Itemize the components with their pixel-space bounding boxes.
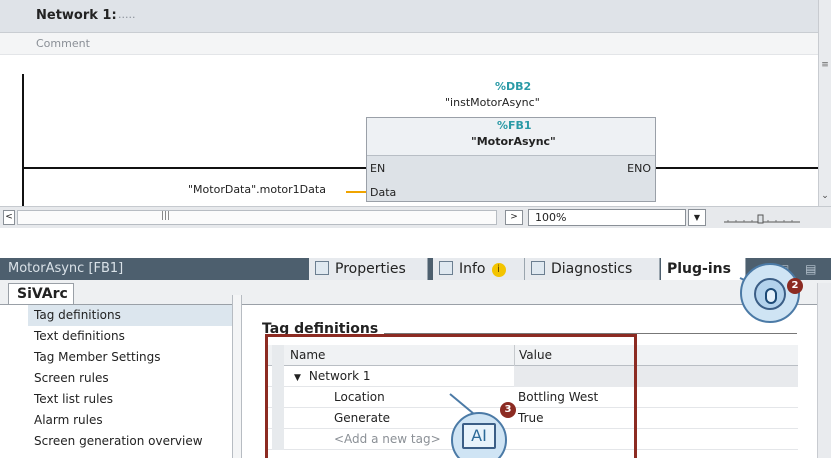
info-icon xyxy=(439,261,453,275)
splitter[interactable] xyxy=(232,295,242,458)
pin-en: EN xyxy=(370,162,386,175)
step-badge: 2 xyxy=(787,278,803,294)
power-rail xyxy=(22,74,24,206)
sivarc-nav: Tag definitions Text definitions Tag Mem… xyxy=(28,305,233,452)
function-block[interactable]: %FB1 "MotorAsync" EN ENO Data xyxy=(366,117,656,202)
network-title-placeholder[interactable]: ..... xyxy=(118,8,135,21)
tab-plugins[interactable]: Plug-ins xyxy=(661,258,746,280)
editor-vertical-scrollbar[interactable]: ≡ ⌄ xyxy=(818,0,831,206)
comment-text: Comment xyxy=(36,37,90,50)
properties-icon xyxy=(315,261,329,275)
inspector-vertical-scrollbar[interactable] xyxy=(817,283,831,458)
en-wire xyxy=(22,167,366,169)
ladder-editor: Network 1: ..... Comment %DB2 "instMotor… xyxy=(0,0,831,258)
tab-diagnostics-label: Diagnostics xyxy=(551,261,633,277)
tab-properties[interactable]: Properties xyxy=(309,258,428,280)
step-badge: 3 xyxy=(500,402,516,418)
callout-ring xyxy=(754,278,786,310)
nav-item-tag-member-settings[interactable]: Tag Member Settings xyxy=(28,347,233,368)
instance-db-address: %DB2 xyxy=(495,80,532,93)
text-input-icon: AI xyxy=(462,423,496,449)
nav-item-alarm-rules[interactable]: Alarm rules xyxy=(28,410,233,431)
nav-item-screen-rules[interactable]: Screen rules xyxy=(28,368,233,389)
eno-wire xyxy=(656,167,818,169)
tab-info[interactable]: Info i xyxy=(433,258,525,280)
tab-info-label: Info xyxy=(459,261,486,277)
network-title: Network 1: xyxy=(36,8,117,23)
tab-plugins-label: Plug-ins xyxy=(667,261,731,277)
tab-diagnostics[interactable]: Diagnostics xyxy=(525,258,660,280)
instance-db-name[interactable]: "instMotorAsync" xyxy=(445,96,540,109)
inspector-title: MotorAsync [FB1] xyxy=(8,261,124,276)
nav-item-text-definitions[interactable]: Text definitions xyxy=(28,326,233,347)
parameter-connector xyxy=(346,191,366,193)
zoom-slider[interactable] xyxy=(722,214,802,224)
scroll-grip-icon: ≡ xyxy=(821,60,829,70)
horizontal-scrollbar[interactable]: ||| xyxy=(17,210,497,225)
scroll-grip-icon: ||| xyxy=(161,211,171,221)
fb-address: %FB1 xyxy=(497,119,532,132)
pin-data: Data xyxy=(370,186,397,199)
scroll-down-icon[interactable]: ⌄ xyxy=(819,188,831,204)
scroll-left-icon[interactable]: < xyxy=(3,210,15,225)
chevron-down-icon[interactable]: ▼ xyxy=(688,209,706,226)
network-header[interactable]: Network 1: ..... xyxy=(0,0,818,33)
diagnostics-icon xyxy=(531,261,545,275)
network-comment[interactable]: Comment xyxy=(0,33,818,55)
inspector-title-bar: MotorAsync [FB1] Properties Info i Diagno… xyxy=(0,258,831,290)
fb-name: "MotorAsync" xyxy=(471,135,556,148)
mouse-icon xyxy=(765,288,777,304)
zoom-field[interactable]: 100% xyxy=(528,209,686,226)
data-parameter[interactable]: "MotorData".motor1Data xyxy=(188,183,326,196)
editor-status-bar: < ||| > 100% ▼ xyxy=(0,206,831,228)
info-badge-icon: i xyxy=(491,263,506,277)
nav-item-tag-definitions[interactable]: Tag definitions xyxy=(28,305,233,326)
nav-item-text-list-rules[interactable]: Text list rules xyxy=(28,389,233,410)
tab-sivarc[interactable]: SiVArc xyxy=(8,283,74,305)
function-block-header: %FB1 "MotorAsync" xyxy=(367,118,655,156)
nav-item-screen-generation-overview[interactable]: Screen generation overview xyxy=(28,431,233,452)
ladder-network: %DB2 "instMotorAsync" %FB1 "MotorAsync" … xyxy=(0,56,818,206)
scroll-right-icon[interactable]: > xyxy=(505,210,523,225)
pin-eno: ENO xyxy=(627,162,651,175)
tab-properties-label: Properties xyxy=(335,261,406,277)
